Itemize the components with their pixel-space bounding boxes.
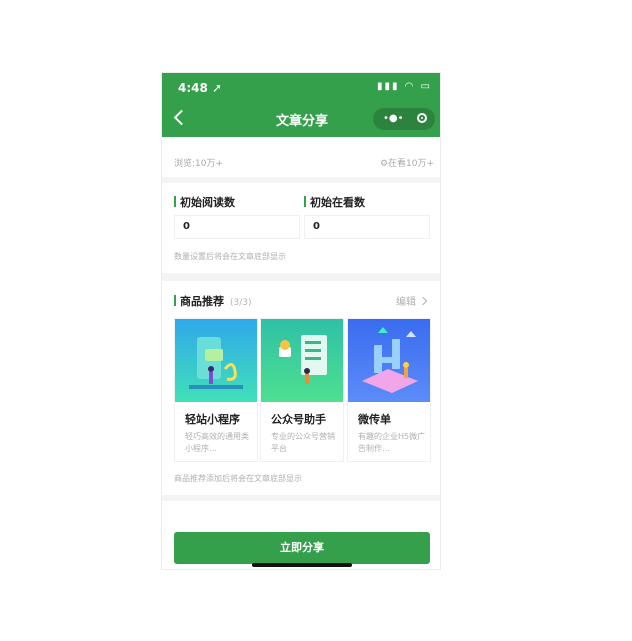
watching-stat: ⚙在看10万+ <box>379 159 434 169</box>
more-icon[interactable]: •●• <box>383 114 404 124</box>
goods-count: (3/3) <box>230 298 252 308</box>
initial-read-label: 初始阅读数 <box>174 194 235 210</box>
home-indicator <box>252 563 352 567</box>
status-icons: ▮▮▮ ◠ ▭ <box>376 81 432 92</box>
initial-watch-label: 初始在看数 <box>304 194 365 210</box>
top-bar: 4:48 ➚ ▮▮▮ ◠ ▭ 文章分享 •●• <box>162 73 440 137</box>
divider <box>162 177 440 183</box>
weichuandan-illustration <box>348 319 430 402</box>
goods-card[interactable]: 轻站小程序 轻巧高效的通用类小程序… <box>174 318 258 462</box>
phone-screen: 4:48 ➚ ▮▮▮ ◠ ▭ 文章分享 •●• 浏览:10万+ ⚙在看10万+ … <box>161 72 441 570</box>
divider <box>162 495 440 501</box>
edit-goods-link[interactable]: 编辑 <box>396 293 428 308</box>
goods-card[interactable]: 微传单 有趣的企业H5微广告制作… <box>347 318 431 462</box>
close-target-icon[interactable] <box>417 113 427 123</box>
goods-desc: 专业的公众号营销平台 <box>271 432 335 453</box>
goods-hint: 商品推荐添加后将会在文章底部显示 <box>174 474 302 483</box>
share-now-button[interactable]: 立即分享 <box>174 532 430 564</box>
chevron-right-icon <box>418 296 428 306</box>
goods-title: 商品推荐 (3/3) <box>174 293 252 309</box>
initial-read-input[interactable]: 0 <box>174 215 300 239</box>
goods-name: 微传单 <box>358 413 391 426</box>
goods-card[interactable]: 公众号助手 专业的公众号营销平台 <box>260 318 344 462</box>
divider <box>162 273 440 281</box>
status-time: 4:48 ➚ <box>178 81 223 95</box>
qingzhan-illustration <box>175 319 257 402</box>
goods-desc: 有趣的企业H5微广告制作… <box>358 432 426 453</box>
mini-program-capsule: •●• <box>373 108 435 130</box>
views-stat: 浏览:10万+ <box>174 159 224 169</box>
initial-watch-input[interactable]: 0 <box>304 215 430 239</box>
gongzhonghao-illustration <box>261 319 343 402</box>
goods-name: 公众号助手 <box>271 413 326 426</box>
goods-desc: 轻巧高效的通用类小程序… <box>185 432 249 453</box>
goods-name: 轻站小程序 <box>185 413 240 426</box>
initial-hint: 数量设置后将会在文章底部显示 <box>174 252 286 261</box>
